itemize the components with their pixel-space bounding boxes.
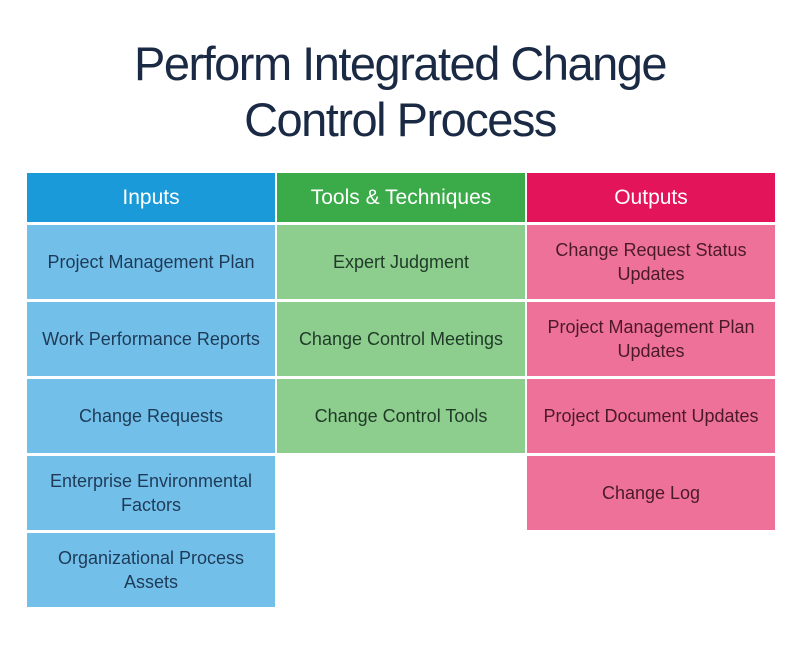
title-line-1: Perform Integrated Change xyxy=(133,37,668,90)
output-item: Change Log xyxy=(527,456,775,530)
inputs-column: Inputs Project Management Plan Work Perf… xyxy=(27,173,275,607)
input-item: Project Management Plan xyxy=(27,225,275,299)
inputs-header: Inputs xyxy=(27,173,275,222)
tool-item: Change Control Tools xyxy=(277,379,525,453)
tool-item: Expert Judgment xyxy=(277,225,525,299)
input-item: Enterprise Environmental Factors xyxy=(27,456,275,530)
output-item: Project Document Updates xyxy=(527,379,775,453)
input-item: Change Requests xyxy=(27,379,275,453)
tools-column: Tools & Techniques Expert Judgment Chang… xyxy=(277,173,525,453)
output-item: Change Request Status Updates xyxy=(527,225,775,299)
tool-item: Change Control Meetings xyxy=(277,302,525,376)
input-item: Organizational Process Assets xyxy=(27,533,275,607)
outputs-header: Outputs xyxy=(527,173,775,222)
tools-header: Tools & Techniques xyxy=(277,173,525,222)
output-item: Project Management Plan Updates xyxy=(527,302,775,376)
outputs-column: Outputs Change Request Status Updates Pr… xyxy=(527,173,775,530)
input-item: Work Performance Reports xyxy=(27,302,275,376)
page-title: Perform Integrated Change Control Proces… xyxy=(0,36,800,148)
title-line-2: Control Process xyxy=(244,93,557,146)
